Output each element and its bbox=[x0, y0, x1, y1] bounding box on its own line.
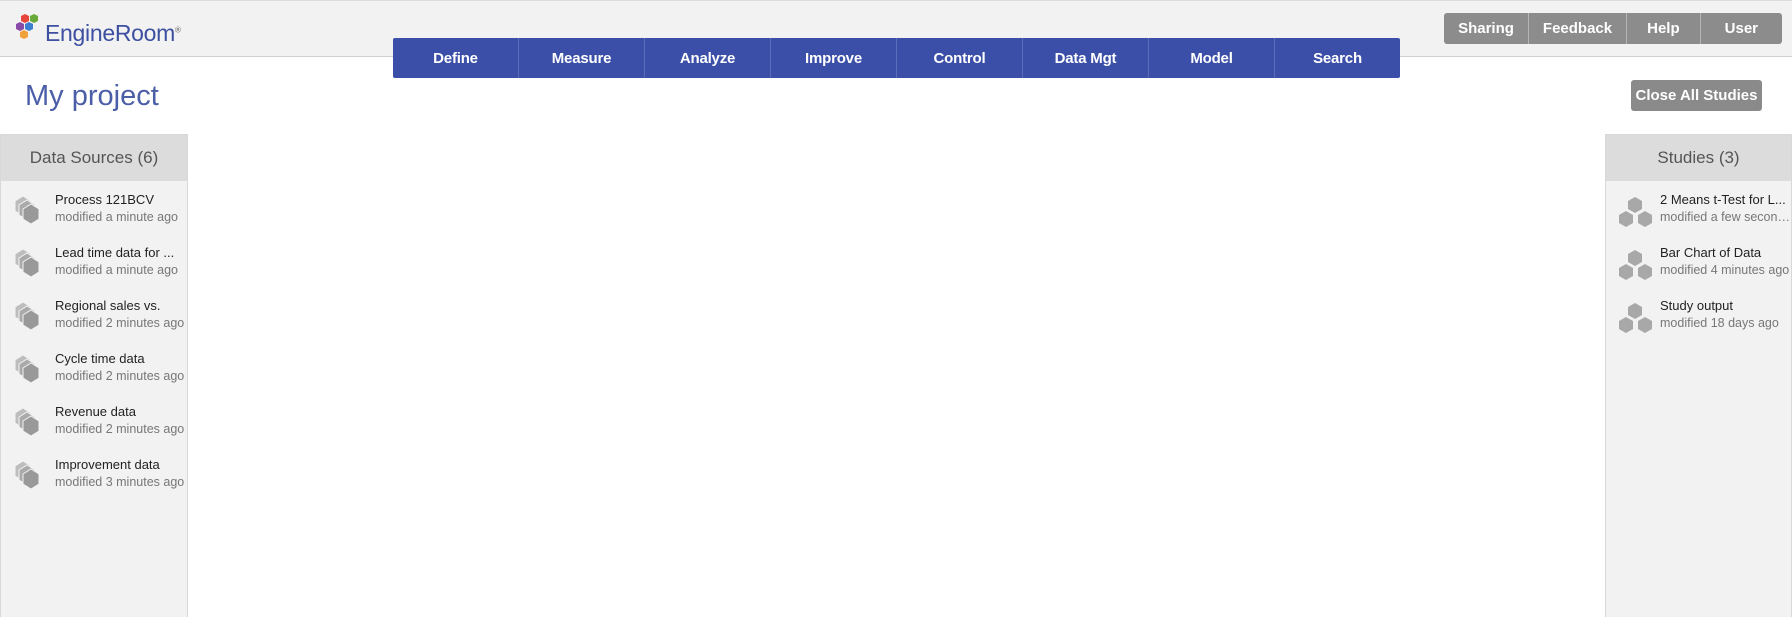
data-source-icon bbox=[14, 195, 40, 225]
close-all-studies-button[interactable]: Close All Studies bbox=[1631, 80, 1762, 111]
feedback-button[interactable]: Feedback bbox=[1528, 13, 1628, 44]
data-source-icon bbox=[14, 248, 40, 278]
data-source-item[interactable]: Lead time data for ... modified a minute … bbox=[1, 242, 187, 295]
data-source-name: Improvement data bbox=[55, 457, 160, 472]
data-source-modified: modified 2 minutes ago bbox=[55, 422, 185, 436]
study-icon bbox=[1619, 197, 1652, 227]
data-source-item[interactable]: Revenue data modified 2 minutes ago bbox=[1, 401, 187, 454]
study-modified: modified 4 minutes ago bbox=[1660, 263, 1790, 277]
sharing-button[interactable]: Sharing bbox=[1444, 13, 1529, 44]
data-source-icon bbox=[14, 301, 40, 331]
data-source-item[interactable]: Improvement data modified 3 minutes ago bbox=[1, 454, 187, 507]
data-source-name: Regional sales vs. bbox=[55, 298, 161, 313]
data-source-icon bbox=[14, 354, 40, 384]
study-modified: modified a few second... bbox=[1660, 210, 1790, 224]
nav-control[interactable]: Control bbox=[897, 38, 1023, 78]
study-name: 2 Means t-Test for L... bbox=[1660, 192, 1786, 207]
data-sources-panel: Data Sources (6) Process 121BCV modified … bbox=[0, 134, 188, 617]
nav-data-mgt[interactable]: Data Mgt bbox=[1023, 38, 1149, 78]
data-source-name: Cycle time data bbox=[55, 351, 145, 366]
data-source-item[interactable]: Regional sales vs. modified 2 minutes ago bbox=[1, 295, 187, 348]
nav-define[interactable]: Define bbox=[393, 38, 519, 78]
study-icon bbox=[1619, 250, 1652, 280]
data-sources-header: Data Sources (6) bbox=[1, 135, 187, 181]
studies-header: Studies (3) bbox=[1606, 135, 1791, 181]
page-title: My project bbox=[25, 80, 159, 112]
study-name: Study output bbox=[1660, 298, 1733, 313]
help-button[interactable]: Help bbox=[1627, 13, 1701, 44]
logo-hexagons-icon bbox=[16, 14, 38, 39]
data-source-name: Revenue data bbox=[55, 404, 136, 419]
data-source-item[interactable]: Cycle time data modified 2 minutes ago bbox=[1, 348, 187, 401]
nav-analyze[interactable]: Analyze bbox=[645, 38, 771, 78]
data-source-modified: modified 2 minutes ago bbox=[55, 316, 185, 330]
nav-search[interactable]: Search bbox=[1275, 38, 1400, 78]
user-button[interactable]: User bbox=[1700, 13, 1782, 44]
study-item[interactable]: Study output modified 18 days ago bbox=[1606, 295, 1791, 348]
data-sources-list: Process 121BCV modified a minute ago Lead… bbox=[1, 181, 187, 507]
study-icon bbox=[1619, 303, 1652, 333]
main-nav: Define Measure Analyze Improve Control D… bbox=[393, 38, 1400, 78]
studies-list: 2 Means t-Test for L... modified a few se… bbox=[1606, 181, 1791, 348]
nav-measure[interactable]: Measure bbox=[519, 38, 645, 78]
top-button-group: Sharing Feedback Help User bbox=[1444, 13, 1782, 44]
study-modified: modified 18 days ago bbox=[1660, 316, 1779, 330]
data-source-modified: modified 3 minutes ago bbox=[55, 475, 185, 489]
nav-improve[interactable]: Improve bbox=[771, 38, 897, 78]
data-source-modified: modified 2 minutes ago bbox=[55, 369, 185, 383]
study-item[interactable]: 2 Means t-Test for L... modified a few se… bbox=[1606, 189, 1791, 242]
studies-panel: Studies (3) 2 Means t-Test for L... modif… bbox=[1605, 134, 1792, 617]
nav-model[interactable]: Model bbox=[1149, 38, 1275, 78]
data-source-icon bbox=[14, 407, 40, 437]
data-source-name: Process 121BCV bbox=[55, 192, 154, 207]
data-source-modified: modified a minute ago bbox=[55, 263, 178, 277]
app-window: EngineRoom® Sharing Feedback Help User D… bbox=[0, 0, 1792, 617]
data-source-modified: modified a minute ago bbox=[55, 210, 178, 224]
study-name: Bar Chart of Data bbox=[1660, 245, 1762, 260]
app-logo[interactable]: EngineRoom® bbox=[14, 9, 181, 51]
data-source-name: Lead time data for ... bbox=[55, 245, 175, 260]
logo-text: EngineRoom® bbox=[45, 19, 181, 46]
study-item[interactable]: Bar Chart of Data modified 4 minutes ago bbox=[1606, 242, 1791, 295]
data-source-item[interactable]: Process 121BCV modified a minute ago bbox=[1, 189, 187, 242]
data-source-icon bbox=[14, 460, 40, 490]
